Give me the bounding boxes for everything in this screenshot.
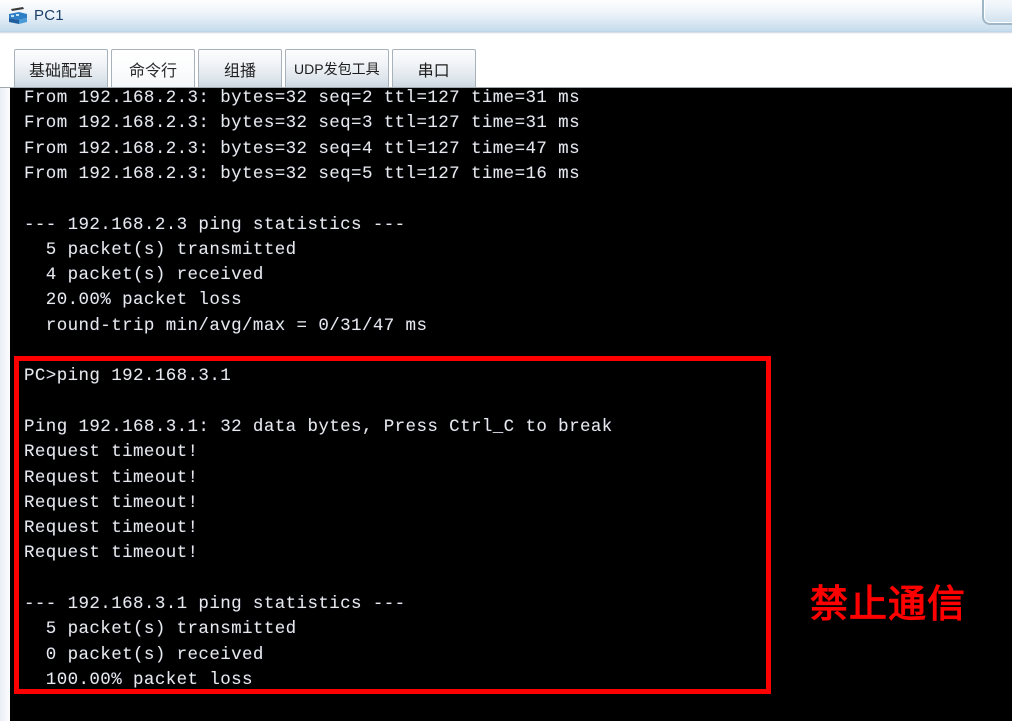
tab-basic-config[interactable]: 基础配置: [14, 49, 109, 87]
terminal-line: Request timeout!: [24, 492, 199, 513]
terminal-line: 5 packet(s) transmitted: [24, 239, 297, 260]
tab-multicast[interactable]: 组播: [198, 49, 283, 87]
red-annotation-text: 禁止通信: [810, 582, 967, 626]
terminal-line: --- 192.168.3.1 ping statistics ---: [24, 594, 406, 614]
terminal-line: 5 packet(s) transmitted: [24, 619, 297, 640]
terminal-line: PC>ping 192.168.3.1: [24, 366, 232, 387]
terminal-line: Request timeout!: [24, 518, 199, 539]
terminal-line: 20.00% packet loss: [24, 290, 243, 311]
tab-label: UDP发包工具: [294, 60, 380, 77]
terminal-line: Ping 192.168.3.1: 32 data bytes, Press C…: [24, 416, 613, 437]
tab-command-line[interactable]: 命令行: [111, 49, 196, 87]
terminal-line: Request timeout!: [24, 442, 199, 463]
terminal-panel: 100.00% packet loss 0 packet(s) received…: [0, 88, 1012, 721]
tab-label: 命令行: [129, 62, 178, 80]
tab-list: 基础配置 命令行 组播 UDP发包工具 串口: [14, 45, 479, 87]
terminal-line: From 192.168.2.3: bytes=32 seq=2 ttl=127…: [24, 88, 580, 108]
terminal-line: 4 packet(s) received: [24, 265, 264, 286]
tab-serial-port[interactable]: 串口: [391, 49, 476, 87]
terminal-line: From 192.168.2.3: bytes=32 seq=4 ttl=127…: [24, 138, 580, 159]
window-title: PC1: [34, 7, 64, 24]
terminal-line: Request timeout!: [24, 543, 199, 564]
tab-strip: 基础配置 命令行 组播 UDP发包工具 串口: [0, 34, 1012, 88]
tab-label: 组播: [224, 62, 257, 80]
pc1-window: PC1 基础配置 命令行 组播 UDP发包工具 串口 100.00% packet lo…: [0, 0, 1012, 721]
terminal-left-gutter: [0, 88, 10, 721]
pc-switch-icon: [7, 6, 29, 26]
terminal-line: From 192.168.2.3: bytes=32 seq=5 ttl=127…: [24, 163, 580, 184]
terminal-line: 0 packet(s) received: [24, 644, 264, 665]
tab-label: 基础配置: [29, 62, 94, 80]
tab-udp-tool[interactable]: UDP发包工具: [285, 49, 389, 87]
command-line-output[interactable]: 100.00% packet loss 0 packet(s) received…: [10, 88, 1012, 721]
terminal-line: round-trip min/avg/max = 0/31/47 ms: [24, 315, 428, 336]
terminal-line: From 192.168.2.3: bytes=32 seq=3 ttl=127…: [24, 113, 580, 134]
terminal-line: --- 192.168.2.3 ping statistics ---: [24, 214, 406, 235]
window-titlebar: PC1: [0, 0, 1012, 33]
terminal-line: Request timeout!: [24, 467, 199, 488]
terminal-line: 100.00% packet loss: [24, 669, 253, 690]
tab-label: 串口: [417, 62, 450, 80]
window-restore-button[interactable]: [982, 0, 1012, 25]
